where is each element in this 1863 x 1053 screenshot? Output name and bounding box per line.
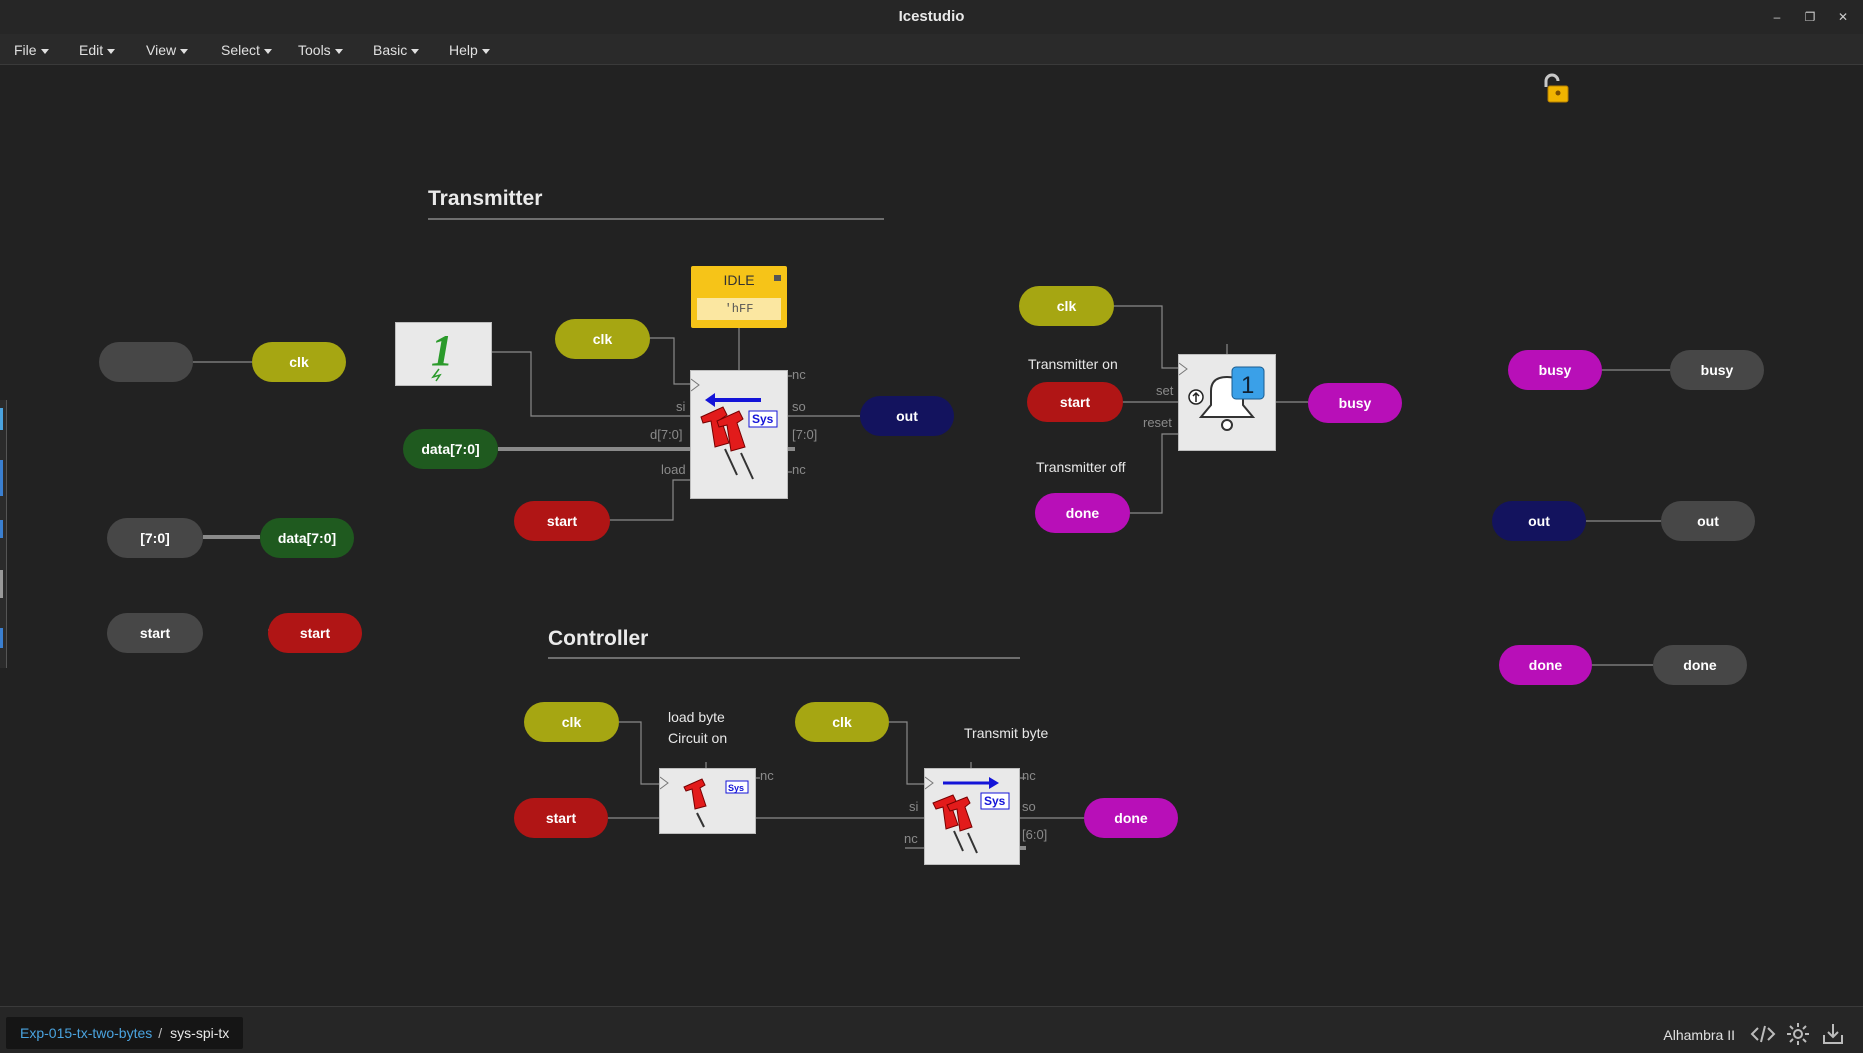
sys-badge: Sys xyxy=(752,412,774,426)
status-bar: Exp-015-tx-two-bytes / sys-spi-tx Alhambra… xyxy=(0,1006,1863,1053)
load-trigger-block[interactable]: Sys xyxy=(659,768,756,834)
start-label[interactable]: start xyxy=(268,613,362,653)
port-si: si xyxy=(676,399,686,414)
pushpin-sys-icon: Sys xyxy=(659,776,749,828)
port-reset: reset xyxy=(1143,415,1172,430)
done-label[interactable]: done xyxy=(1035,493,1130,533)
out-label[interactable]: out xyxy=(860,396,954,436)
clk-label[interactable]: clk xyxy=(252,342,346,382)
start-label[interactable]: start xyxy=(514,798,608,838)
pushpin-sys-icon: Sys xyxy=(690,378,778,480)
start-label[interactable]: start xyxy=(514,501,610,541)
busy-label[interactable]: busy xyxy=(1308,383,1402,423)
clk-label[interactable]: clk xyxy=(555,319,650,359)
port-so: so xyxy=(792,399,806,414)
port-q: [6:0] xyxy=(1022,827,1048,842)
constant-one-icon: 1 xyxy=(431,326,453,382)
clk-label[interactable]: clk xyxy=(524,702,619,742)
gear-icon[interactable] xyxy=(1785,1021,1811,1047)
code-icon[interactable] xyxy=(1750,1021,1776,1047)
data-input-port[interactable]: [7:0] xyxy=(107,518,203,558)
constant-one-block[interactable]: 1 xyxy=(395,322,492,386)
out-label[interactable]: out xyxy=(1492,501,1586,541)
port-nc: nc xyxy=(1022,768,1036,783)
bit-one-badge: 1 xyxy=(1241,372,1254,399)
upload-to-board-icon[interactable] xyxy=(1820,1021,1846,1047)
comment-transmit-byte: Transmit byte xyxy=(964,725,1049,741)
shift-register-block[interactable]: Sys xyxy=(690,370,788,499)
port-si: si xyxy=(909,799,919,814)
comment-circuit-on: Circuit on xyxy=(668,730,728,746)
rs-flipflop-block[interactable]: 1 xyxy=(1178,354,1276,451)
clk-label[interactable]: clk xyxy=(1019,286,1114,326)
comment-transmitter-on: Transmitter on xyxy=(1028,356,1118,372)
start-label[interactable]: start xyxy=(1027,382,1123,422)
idle-parameter-name: IDLE xyxy=(723,272,755,288)
start-input-port[interactable]: start xyxy=(107,613,203,653)
port-nc: nc xyxy=(792,367,806,382)
comment-transmitter-off: Transmitter off xyxy=(1036,459,1126,475)
breadcrumb-separator: / xyxy=(158,1025,163,1041)
idle-parameter-block[interactable]: IDLE 'hFF xyxy=(691,266,787,328)
lock-icon xyxy=(774,275,781,281)
out-output-port[interactable]: out xyxy=(1661,501,1755,541)
board-name[interactable]: Alhambra II xyxy=(1663,1027,1735,1043)
breadcrumb: Exp-015-tx-two-bytes / sys-spi-tx xyxy=(6,1017,244,1049)
data-label[interactable]: data[7:0] xyxy=(260,518,354,558)
done-output-port[interactable]: done xyxy=(1653,645,1747,685)
port-set: set xyxy=(1156,383,1174,398)
section-title-controller: Controller xyxy=(548,627,649,650)
done-label[interactable]: done xyxy=(1084,798,1178,838)
clk-input-port[interactable] xyxy=(99,342,193,382)
constant-one-glyph: 1 xyxy=(431,326,453,375)
port-d: d[7:0] xyxy=(650,427,683,442)
port-nc: nc xyxy=(904,831,918,846)
bell-one-icon: 1 xyxy=(1178,362,1265,431)
breadcrumb-project[interactable]: Exp-015-tx-two-bytes xyxy=(20,1025,152,1041)
spi-transmit-block[interactable]: Sys xyxy=(924,768,1020,865)
done-label[interactable]: done xyxy=(1499,645,1592,685)
busy-output-port[interactable]: busy xyxy=(1670,350,1764,390)
clk-label[interactable]: clk xyxy=(795,702,889,742)
unlock-icon[interactable] xyxy=(1538,70,1574,106)
section-title-transmitter: Transmitter xyxy=(428,187,543,210)
breadcrumb-current: sys-spi-tx xyxy=(170,1025,230,1041)
idle-parameter-value[interactable]: 'hFF xyxy=(697,298,781,320)
port-q: [7:0] xyxy=(792,427,818,442)
busy-label[interactable]: busy xyxy=(1508,350,1602,390)
port-nc: nc xyxy=(760,768,774,783)
sys-badge: Sys xyxy=(984,794,1006,808)
port-so: so xyxy=(1022,799,1036,814)
port-nc: nc xyxy=(792,462,806,477)
sys-badge: Sys xyxy=(728,783,744,793)
port-load: load xyxy=(661,462,686,477)
pushpin-sys-icon: Sys xyxy=(924,776,1010,854)
data-label[interactable]: data[7:0] xyxy=(403,429,498,469)
comment-load-byte: load byte xyxy=(668,709,725,725)
